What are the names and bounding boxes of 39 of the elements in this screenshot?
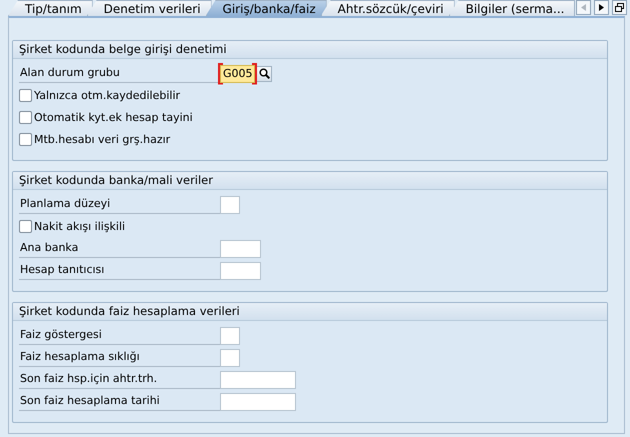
group-title: Şirket kodunda faiz hesaplama verileri — [13, 303, 607, 321]
tab[interactable]: Ahtr.sözcük/çeviri — [320, 0, 455, 16]
group-title: Şirket kodunda belge girişi denetimi — [13, 41, 607, 59]
windows-icon — [615, 3, 624, 12]
field-label: Planlama düzeyi — [19, 195, 220, 214]
input-field[interactable] — [220, 262, 261, 280]
checkbox[interactable] — [19, 220, 32, 233]
checkbox[interactable] — [19, 133, 32, 146]
input-field[interactable] — [220, 196, 240, 214]
input-field[interactable] — [220, 348, 240, 366]
input-field[interactable] — [220, 370, 296, 388]
input-field[interactable]: G005 — [220, 64, 255, 82]
checkbox-label: Nakit akışı ilişkili — [34, 220, 126, 233]
input-field[interactable] — [220, 392, 296, 410]
field-label: Faiz hesaplama sıklığı — [19, 348, 220, 367]
tab[interactable]: Bilgiler (serma... — [448, 0, 576, 16]
field-label: Ana banka — [19, 239, 220, 258]
scroll-right-button[interactable] — [594, 0, 609, 15]
group-title: Şirket kodunda banka/mali veriler — [13, 172, 607, 190]
tab[interactable]: Giriş/banka/faiz — [206, 0, 327, 16]
checkbox-label: Mtb.hesabı veri grş.hazır — [34, 133, 170, 146]
tab[interactable]: Denetim verileri — [86, 0, 212, 16]
checkbox-label: Otomatik kyt.ek hesap tayini — [34, 111, 193, 124]
tab-list-button[interactable] — [612, 0, 627, 15]
checkbox[interactable] — [19, 111, 32, 124]
search-icon — [258, 68, 270, 79]
tab[interactable]: Tip/tanım — [8, 0, 93, 16]
field-label: Hesap tanıtıcısı — [19, 261, 220, 280]
right-triangle-icon — [599, 4, 604, 11]
checkbox[interactable] — [19, 89, 32, 102]
field-label: Faiz göstergesi — [19, 326, 220, 345]
field-label: Son faiz hesaplama tarihi — [19, 392, 220, 411]
field-label: Son faiz hsp.için ahtr.trh. — [19, 370, 220, 389]
left-triangle-icon — [581, 4, 586, 11]
search-button[interactable] — [256, 66, 272, 82]
checkbox-label: Yalnızca otm.kaydedilebilir — [34, 89, 180, 102]
input-field[interactable] — [220, 326, 240, 344]
input-field[interactable] — [220, 240, 261, 258]
field-label: Alan durum grubu — [19, 64, 220, 83]
